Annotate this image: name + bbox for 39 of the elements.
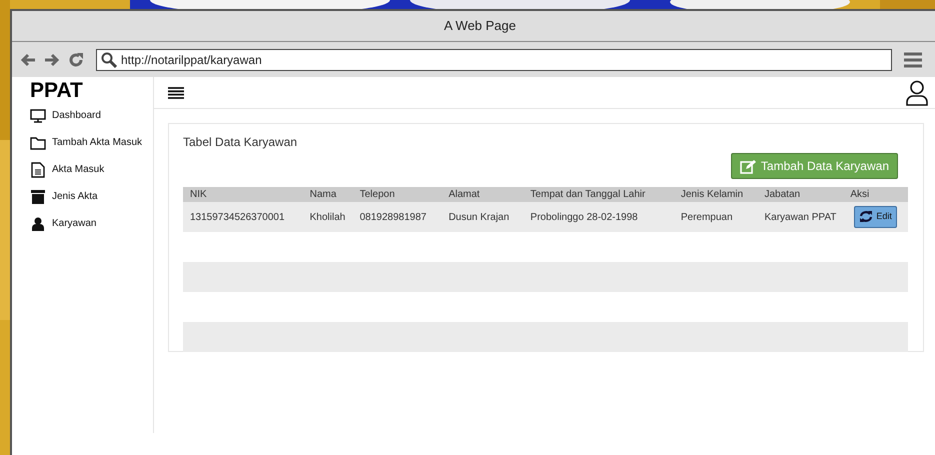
folder-icon [30,136,46,150]
table-cell: Perempuan [680,212,733,222]
panel-title: Tabel Data Karyawan [183,134,298,151]
edit-icon [740,158,756,174]
user-icon[interactable] [906,80,928,106]
table-cell: 081928981987 [360,212,426,222]
table-cell: 13159734526370001 [190,212,285,222]
sidebar-item[interactable]: Karyawan [52,216,96,231]
back-icon[interactable] [20,52,36,66]
table-cell: Probolinggo 28-02-1998 [530,212,638,222]
logo-text: PPAT [29,78,84,101]
reload-icon[interactable] [68,52,84,68]
sidebar-item[interactable]: Dashboard [52,108,101,123]
archive-icon [31,190,45,204]
user-icon [32,216,44,230]
monitor-icon [30,108,46,122]
window-title: A Web Page [444,17,516,36]
refresh-icon [859,210,874,224]
sidebar-item[interactable]: Jenis Akta [52,189,98,204]
column-header: Telepon [360,189,395,200]
column-header: Alamat [448,189,480,200]
table-cell: Dusun Krajan [448,212,510,222]
search-icon [101,52,117,68]
address-field[interactable]: http://notarilppat/karyawan [96,48,892,70]
forward-icon[interactable] [44,52,60,66]
column-header: Jabatan [764,189,800,200]
url-text: http://notarilppat/karyawan [121,52,262,68]
sidebar-item[interactable]: Tambah Akta Masuk [52,135,142,150]
column-header: Jenis Kelamin [680,189,744,200]
table-cell: Kholilah [310,212,346,222]
column-header: Aksi [850,189,870,200]
document-icon [31,162,45,178]
sidebar-item[interactable]: Akta Masuk [52,162,104,177]
table-cell: Karyawan PPAT [764,212,836,222]
column-header: Nama [310,189,336,200]
menu-icon[interactable] [168,86,184,98]
column-header: Tempat dan Tanggal Lahir [530,189,646,200]
edit-button[interactable]: Edit [854,206,897,228]
column-header: NIK [190,189,207,200]
